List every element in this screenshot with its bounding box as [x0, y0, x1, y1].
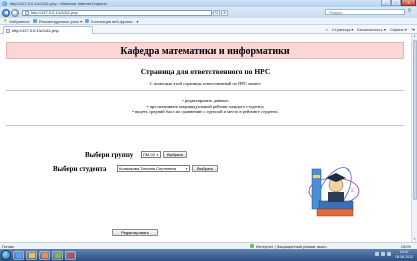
book-label	[313, 175, 320, 178]
zoom-level[interactable]: 100%	[401, 244, 411, 249]
favorite-item-label: Рекомендуемые узлы ▾	[38, 18, 83, 24]
close-button[interactable]: ✕	[401, 0, 416, 6]
window-title: http://127.0.0.1/c/1111.php - Windows In…	[10, 1, 108, 6]
ie-window: http://127.0.0.1/c/1111.php - Windows In…	[0, 0, 417, 261]
book-stack	[316, 208, 354, 217]
window-controls: – □ ✕	[381, 0, 416, 6]
title-bar: http://127.0.0.1/c/1111.php - Windows In…	[0, 0, 417, 7]
home-icon[interactable]: ⌂	[326, 27, 328, 32]
group-select-value: ПМ-02	[143, 152, 155, 157]
page-title: Страница для ответственного по НРС	[140, 67, 271, 76]
media-icon	[41, 252, 48, 258]
page-note: С помощью этой страницы ответственный по…	[149, 81, 262, 86]
search-placeholder: Яндекс	[329, 9, 343, 15]
security-zone-label: Интернет | Защищенный режим: выкл.	[256, 243, 328, 249]
tray-icon[interactable]	[375, 252, 379, 256]
book-stack	[318, 200, 354, 211]
education-illustration: π ∑	[308, 167, 360, 217]
formula-mark: π	[347, 167, 349, 172]
system-tray	[375, 252, 391, 256]
select-student-button[interactable]: Выбрать	[192, 165, 218, 172]
status-text: Готово	[2, 243, 15, 249]
back-button[interactable]: ◀	[2, 8, 10, 17]
scroll-thumb[interactable]	[413, 40, 417, 200]
formula-mark: ∑	[351, 187, 354, 192]
start-button[interactable]	[1, 250, 11, 260]
student-select[interactable]: Колмакова Татьяна Сергеевна ▼	[117, 165, 190, 172]
taskbar-app[interactable]	[65, 250, 76, 260]
select-group-button[interactable]: Выбрать	[163, 151, 187, 158]
page-icon	[25, 10, 29, 15]
folder-icon	[28, 252, 35, 258]
search-icon[interactable]: ⚲	[406, 9, 413, 15]
command-page[interactable]: Страница ▾	[332, 27, 353, 32]
taskbar-media[interactable]	[39, 250, 50, 260]
favorite-page-icon	[85, 19, 90, 23]
feature-list: редактировать данные; просматривать инди…	[0, 98, 411, 115]
app-icon	[54, 252, 61, 258]
chevron-down-icon: ▼	[185, 166, 188, 171]
refresh-icon: ↻	[214, 10, 219, 15]
scroll-up-icon[interactable]: ▲	[412, 34, 417, 39]
clock[interactable]: 13:47 05.06.2012	[395, 250, 413, 259]
clock-date: 05.06.2012	[395, 254, 413, 259]
url-input[interactable]: http://127.0.0.1/c/1111.php	[22, 9, 212, 16]
favorite-item[interactable]: Коллекция веб-фрагм... ▾	[85, 19, 138, 24]
maximize-button[interactable]: □	[391, 0, 401, 6]
vertical-scrollbar[interactable]: ▲ ▼	[411, 34, 417, 242]
ie-icon	[2, 1, 7, 6]
divider	[6, 90, 404, 91]
url-text: http://127.0.0.1/c/1111.php	[31, 10, 78, 15]
security-zone[interactable]: Интернет | Защищенный режим: выкл.	[250, 244, 328, 249]
student-body	[328, 192, 344, 202]
list-item: видеть средний балл по сравнению с групп…	[0, 109, 411, 115]
back-icon: ◀	[4, 9, 8, 16]
forward-icon: ▶	[13, 9, 17, 16]
taskbar-ie[interactable]	[13, 250, 24, 260]
ie-icon	[15, 252, 22, 258]
tab-current[interactable]: http://127.0.0.1/c/1111.php	[3, 26, 93, 34]
tray-icon[interactable]	[387, 252, 391, 256]
favorite-item[interactable]: Рекомендуемые узлы ▾	[32, 18, 83, 24]
page-banner: Кафедра математики и информатики	[6, 42, 404, 59]
student-label: Выбери студента	[53, 165, 107, 173]
tray-icon[interactable]	[381, 252, 385, 256]
forward-button[interactable]: ▶	[11, 8, 19, 17]
command-safety[interactable]: Безопасность ▾	[357, 27, 386, 32]
favorite-page-icon	[32, 19, 37, 23]
taskbar-app[interactable]	[52, 250, 63, 260]
favorite-item-label: Коллекция веб-фрагм... ▾	[91, 18, 139, 24]
stop-icon: ✕	[222, 10, 227, 15]
address-bar: ◀ ▶ http://127.0.0.1/c/1111.php ↻ ✕ Янде…	[0, 7, 417, 18]
group-label: Выбери группу	[85, 151, 134, 159]
command-tools[interactable]: Сервис ▾	[390, 27, 407, 32]
tab-bar: http://127.0.0.1/c/1111.php ⌂ Страница ▾…	[0, 25, 417, 34]
divider	[6, 125, 404, 126]
page-content: Кафедра математики и информатики Страниц…	[0, 34, 411, 242]
graduation-cap-icon	[326, 173, 346, 182]
tab-title: http://127.0.0.1/c/1111.php	[12, 28, 59, 33]
stop-button[interactable]: ✕	[221, 9, 228, 16]
status-bar: Готово Интернет | Защищенный режим: выкл…	[0, 242, 417, 249]
taskbar: 13:47 05.06.2012	[0, 249, 417, 261]
globe-icon	[250, 244, 254, 248]
favorites-star-icon[interactable]: ★	[3, 18, 7, 24]
app-icon	[67, 252, 74, 258]
command-bar: ⌂ Страница ▾ Безопасность ▾ Сервис ▾ ?▾	[326, 27, 415, 32]
command-help[interactable]: ?▾	[411, 27, 415, 32]
page-icon	[6, 28, 10, 33]
chevron-down-icon: ▼	[156, 152, 159, 157]
minimize-button[interactable]: –	[381, 0, 391, 6]
taskbar-folder[interactable]	[26, 250, 37, 260]
search-input[interactable]: Яндекс	[325, 9, 405, 15]
refresh-button[interactable]: ↻	[213, 9, 220, 16]
edit-button[interactable]: Редактировать	[112, 229, 158, 236]
student-select-value: Колмакова Татьяна Сергеевна	[119, 166, 176, 171]
favorites-label[interactable]: Избранное	[9, 19, 29, 24]
favorites-bar: ★ Избранное Рекомендуемые узлы ▾ Коллекц…	[0, 18, 417, 25]
group-select[interactable]: ПМ-02 ▼	[141, 151, 161, 158]
